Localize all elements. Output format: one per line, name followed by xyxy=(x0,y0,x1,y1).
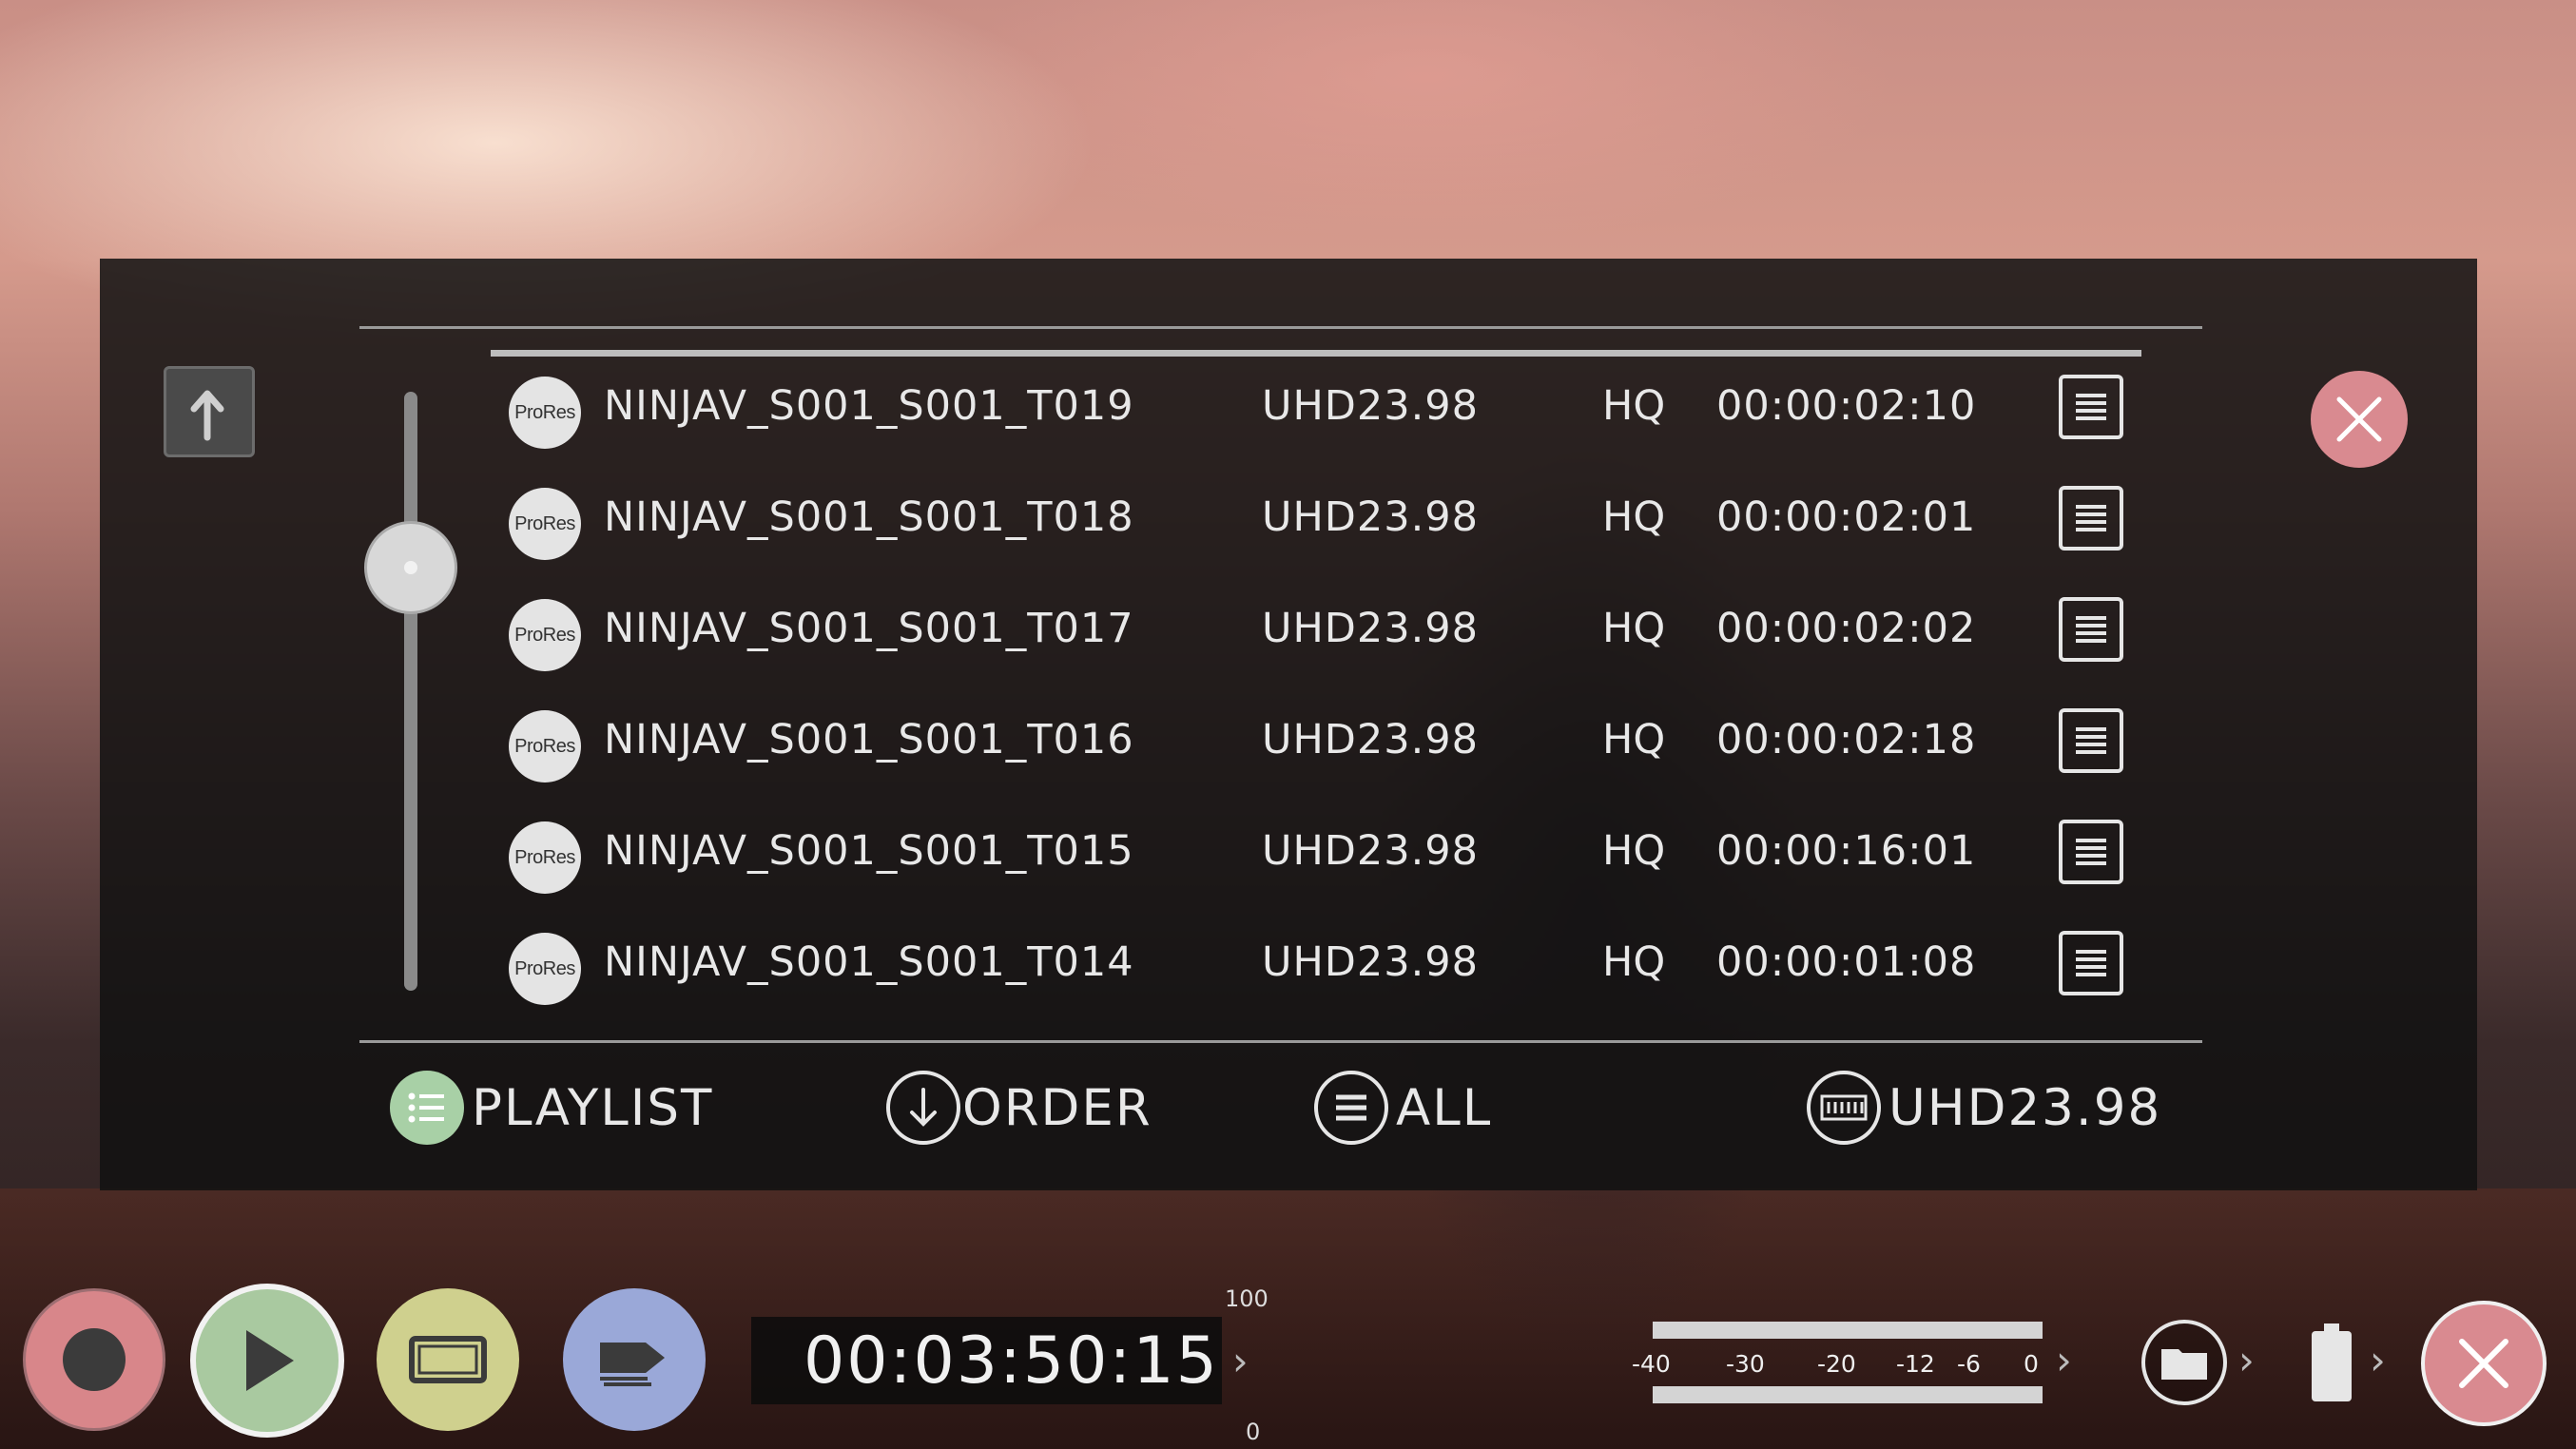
meter-tick: -12 xyxy=(1896,1350,1935,1378)
play-icon xyxy=(246,1330,294,1391)
down-arrow-icon xyxy=(886,1071,960,1145)
playlist-option[interactable]: PLAYLIST xyxy=(390,1065,713,1150)
list-header-divider xyxy=(491,350,2141,357)
file-quality: HQ xyxy=(1602,605,1666,652)
playlist-icon xyxy=(390,1071,464,1145)
meter-tick: 0 xyxy=(2024,1350,2039,1378)
menu-lines-icon xyxy=(2076,616,2106,643)
file-name: NINJAV_S001_S001_T014 xyxy=(604,938,1134,986)
record-icon xyxy=(63,1328,126,1391)
menu-lines-icon xyxy=(2076,505,2106,531)
media-button[interactable] xyxy=(2141,1320,2227,1405)
close-button[interactable] xyxy=(2421,1301,2547,1426)
filter-option[interactable]: ALL xyxy=(1314,1065,1492,1150)
file-quality: HQ xyxy=(1602,938,1666,986)
close-panel-button[interactable] xyxy=(2311,371,2408,468)
meter-tick: -20 xyxy=(1817,1350,1856,1378)
file-menu-button[interactable] xyxy=(2059,931,2123,995)
file-menu-button[interactable] xyxy=(2059,820,2123,884)
scale-top-label: 100 xyxy=(1225,1285,1269,1312)
menu-lines-icon xyxy=(2076,950,2106,976)
timecode: 00:03:50:15 xyxy=(804,1323,1219,1399)
file-format: UHD23.98 xyxy=(1262,605,1480,652)
file-row[interactable]: ProRes NINJAV_S001_S001_T014 UHD23.98 HQ… xyxy=(509,925,2125,1011)
audio-meter-top xyxy=(1653,1322,2043,1339)
menu-lines-icon xyxy=(2076,394,2106,420)
audio-meter-bottom xyxy=(1653,1386,2043,1403)
list-icon xyxy=(1314,1071,1388,1145)
order-option[interactable]: ORDER xyxy=(886,1065,1152,1150)
menu-lines-icon xyxy=(2076,839,2106,865)
file-quality: HQ xyxy=(1602,493,1666,541)
file-name: NINJAV_S001_S001_T019 xyxy=(604,382,1134,430)
file-menu-button[interactable] xyxy=(2059,486,2123,551)
media-chevron-icon[interactable]: › xyxy=(2238,1337,2255,1383)
scrollbar-track[interactable] xyxy=(404,392,417,991)
file-row[interactable]: ProRes NINJAV_S001_S001_T019 UHD23.98 HQ… xyxy=(509,369,2125,454)
file-format: UHD23.98 xyxy=(1262,827,1480,875)
file-name: NINJAV_S001_S001_T017 xyxy=(604,605,1134,652)
background-field xyxy=(0,1188,2576,1449)
file-duration: 00:00:02:01 xyxy=(1716,493,1977,541)
codec-badge: ProRes xyxy=(509,377,581,449)
scrollbar-thumb[interactable] xyxy=(364,521,457,614)
meter-chevron-icon[interactable]: › xyxy=(2056,1337,2072,1383)
file-row[interactable]: ProRes NINJAV_S001_S001_T017 UHD23.98 HQ… xyxy=(509,591,2125,677)
codec-badge: ProRes xyxy=(509,710,581,782)
order-label: ORDER xyxy=(962,1078,1152,1137)
file-duration: 00:00:01:08 xyxy=(1716,938,1977,986)
file-row[interactable]: ProRes NINJAV_S001_S001_T018 UHD23.98 HQ… xyxy=(509,480,2125,566)
file-quality: HQ xyxy=(1602,827,1666,875)
filter-label: ALL xyxy=(1396,1078,1493,1137)
file-name: NINJAV_S001_S001_T018 xyxy=(604,493,1134,541)
folder-icon xyxy=(2161,1349,2207,1380)
back-button[interactable] xyxy=(164,366,255,457)
file-format: UHD23.98 xyxy=(1262,382,1480,430)
file-quality: HQ xyxy=(1602,382,1666,430)
file-name: NINJAV_S001_S001_T015 xyxy=(604,827,1134,875)
file-format: UHD23.98 xyxy=(1262,493,1480,541)
record-button[interactable] xyxy=(23,1288,165,1431)
file-format: UHD23.98 xyxy=(1262,938,1480,986)
file-duration: 00:00:02:10 xyxy=(1716,382,1977,430)
tag-button[interactable] xyxy=(563,1288,706,1431)
file-menu-button[interactable] xyxy=(2059,375,2123,439)
close-icon xyxy=(2336,396,2382,442)
return-arrow-icon xyxy=(190,390,224,441)
codec-badge: ProRes xyxy=(509,821,581,894)
play-button[interactable] xyxy=(190,1284,344,1438)
battery-chevron-icon[interactable]: › xyxy=(2370,1337,2386,1383)
meter-tick: -40 xyxy=(1632,1350,1671,1378)
file-row[interactable]: ProRes NINJAV_S001_S001_T015 UHD23.98 HQ… xyxy=(509,814,2125,899)
codec-badge: ProRes xyxy=(509,933,581,1005)
top-divider xyxy=(359,326,2202,329)
file-quality: HQ xyxy=(1602,716,1666,763)
file-duration: 00:00:02:02 xyxy=(1716,605,1977,652)
format-option[interactable]: UHD23.98 xyxy=(1807,1065,2161,1150)
file-menu-button[interactable] xyxy=(2059,708,2123,773)
scale-bottom-label: 0 xyxy=(1246,1419,1261,1445)
meter-tick: -30 xyxy=(1726,1350,1765,1378)
tag-icon xyxy=(600,1343,665,1386)
file-row[interactable]: ProRes NINJAV_S001_S001_T016 UHD23.98 HQ… xyxy=(509,703,2125,788)
playlist-label: PLAYLIST xyxy=(472,1078,714,1137)
menu-lines-icon xyxy=(2076,727,2106,754)
file-menu-button[interactable] xyxy=(2059,597,2123,662)
file-duration: 00:00:16:01 xyxy=(1716,827,1977,875)
file-format: UHD23.98 xyxy=(1262,716,1480,763)
display-button[interactable] xyxy=(377,1288,519,1431)
codec-badge: ProRes xyxy=(509,599,581,671)
meter-tick: -6 xyxy=(1957,1350,1981,1378)
format-label: UHD23.98 xyxy=(1888,1078,2162,1137)
bottom-divider xyxy=(359,1040,2202,1043)
chevron-right-icon: › xyxy=(1231,1337,1249,1384)
timecode-display[interactable]: 00:03:50:15 › xyxy=(751,1317,1249,1404)
close-icon xyxy=(2459,1339,2508,1388)
codec-badge: ProRes xyxy=(509,488,581,560)
film-strip-icon xyxy=(1807,1071,1881,1145)
file-duration: 00:00:02:18 xyxy=(1716,716,1977,763)
monitor-icon xyxy=(409,1336,487,1383)
battery-icon[interactable] xyxy=(2309,1322,2354,1405)
file-name: NINJAV_S001_S001_T016 xyxy=(604,716,1134,763)
